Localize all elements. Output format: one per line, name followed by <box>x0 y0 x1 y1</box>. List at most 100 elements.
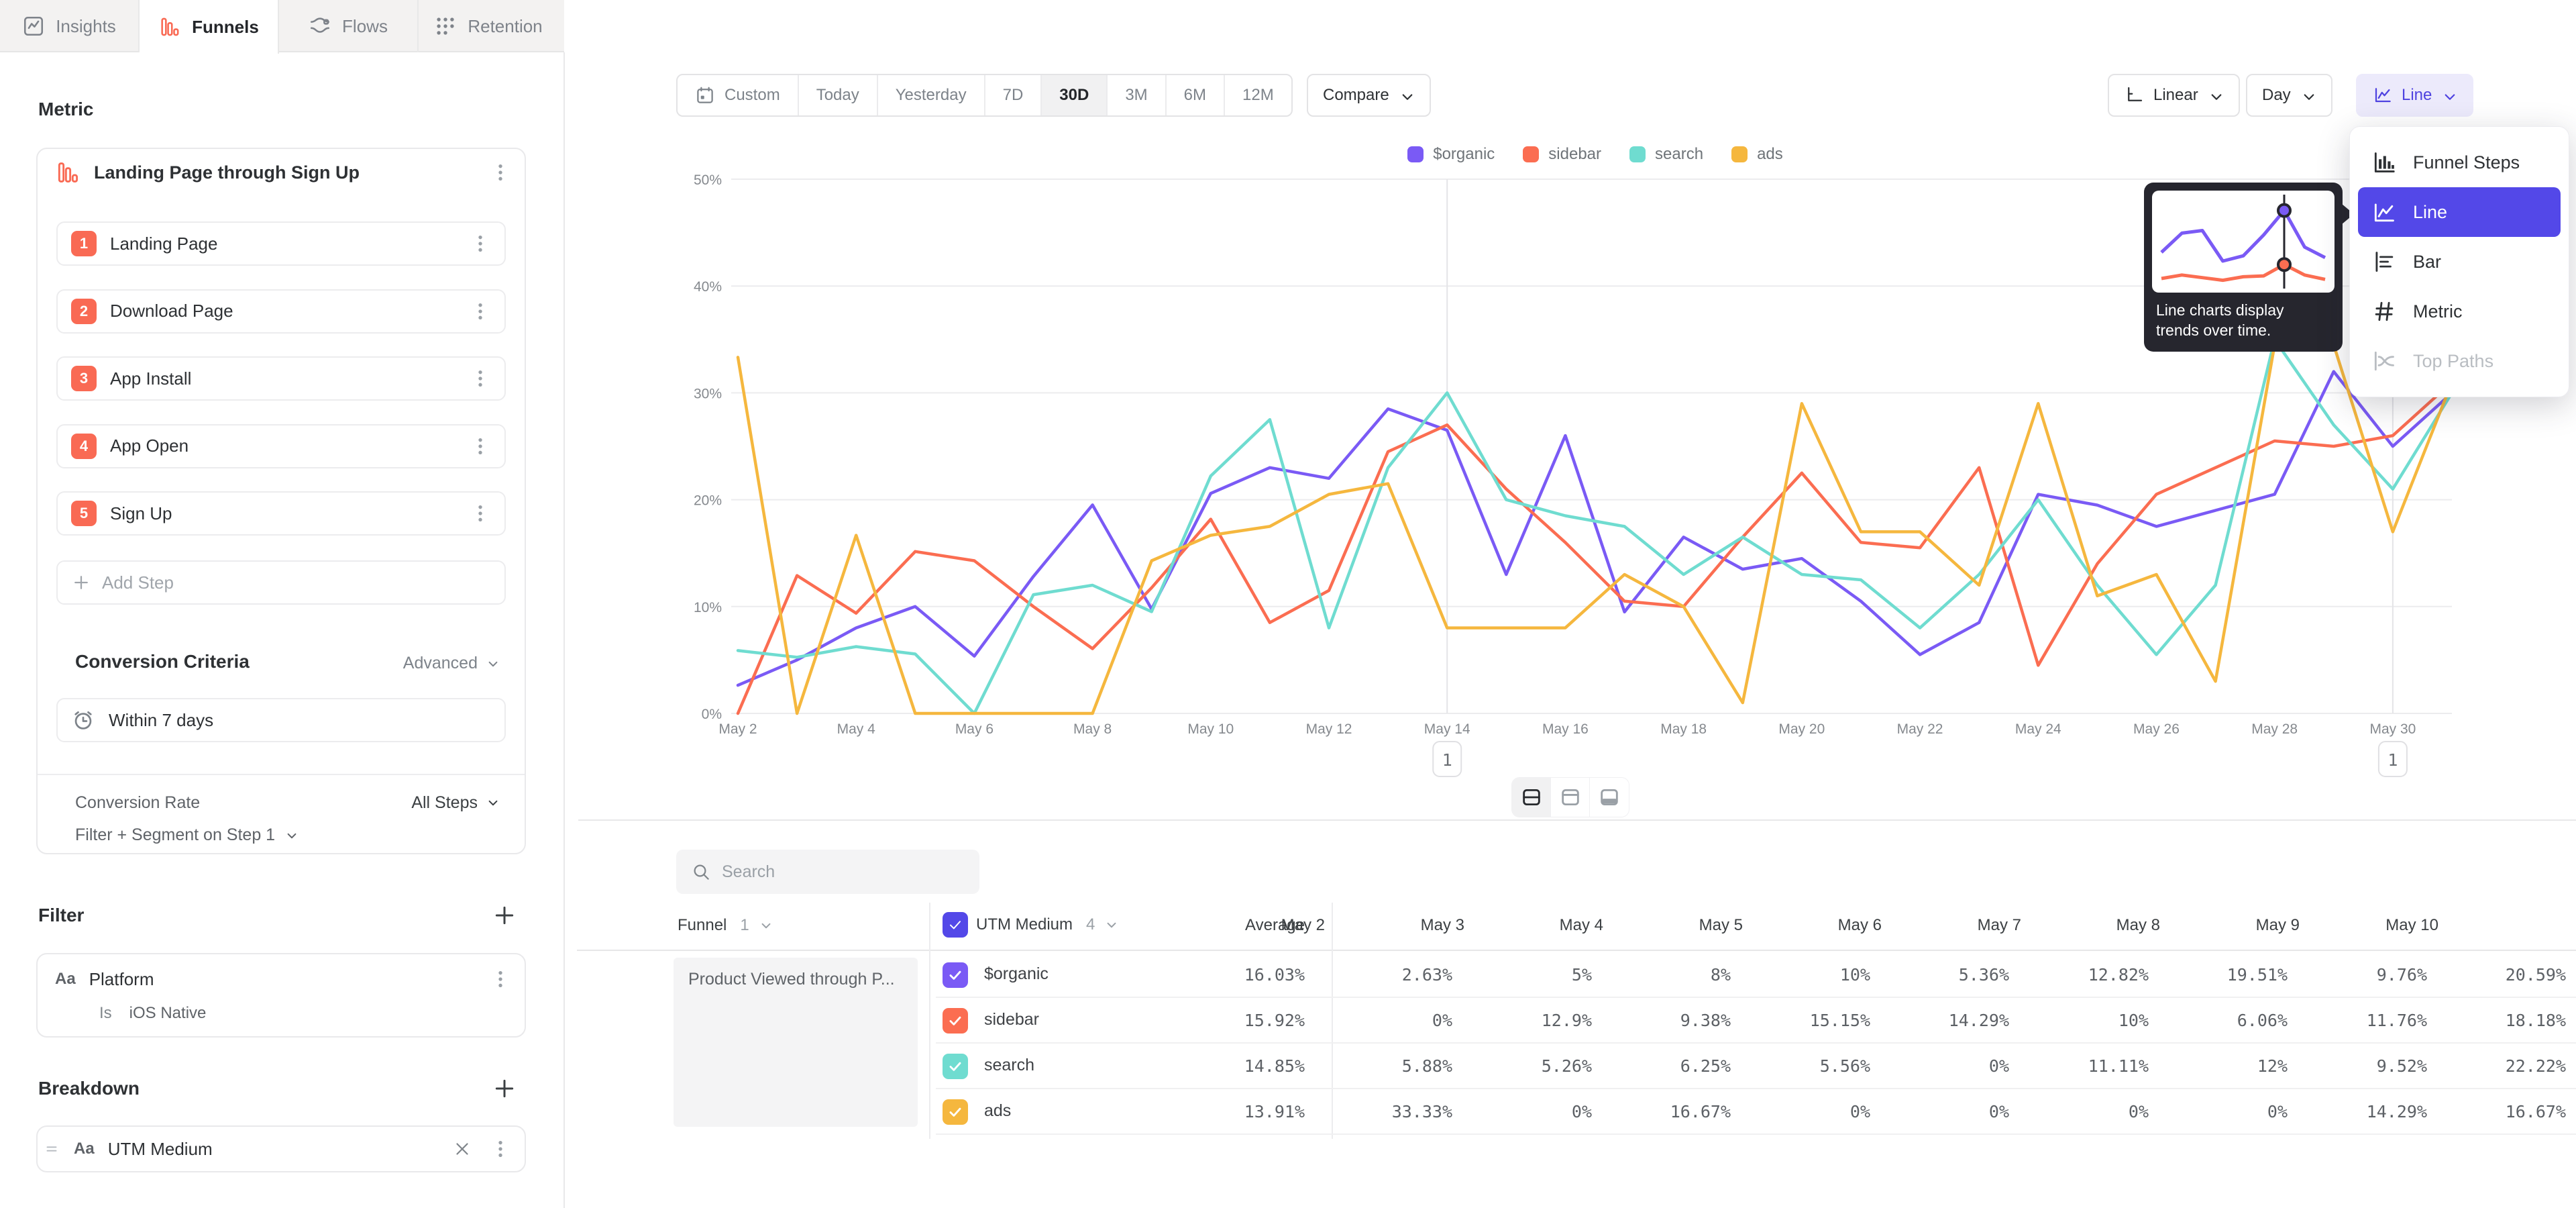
filter-property-row[interactable]: Aa Platform <box>55 960 511 999</box>
funnel-column-dropdown[interactable]: Funnel1 <box>678 916 775 935</box>
row-average: 13.91% <box>1036 1102 1305 1121</box>
series-line-ads[interactable] <box>738 345 2452 713</box>
range-7d[interactable]: 7D <box>985 75 1042 115</box>
kebab-menu-icon[interactable] <box>490 968 511 990</box>
kebab-menu-icon[interactable] <box>470 436 491 457</box>
range-yesterday[interactable]: Yesterday <box>878 75 985 115</box>
row-average: 14.85% <box>1036 1056 1305 1076</box>
menu-item-line[interactable]: Line <box>2358 187 2561 237</box>
kebab-menu-icon[interactable] <box>470 503 491 524</box>
svg-text:May 26: May 26 <box>2133 721 2180 737</box>
table-view-icon <box>1597 786 1621 809</box>
funnel-steps-icon <box>2371 150 2397 175</box>
menu-item-metric[interactable]: Metric <box>2358 287 2561 336</box>
range-30d[interactable]: 30D <box>1042 75 1108 115</box>
date-column-header[interactable]: May 2 <box>1197 916 1325 935</box>
toggle-table-view[interactable] <box>1590 778 1629 817</box>
toggle-chart-view[interactable] <box>1551 778 1590 817</box>
toggle-split-view[interactable] <box>1512 778 1551 817</box>
funnel-step-3[interactable]: 3 App Install <box>56 356 506 401</box>
close-icon[interactable] <box>452 1139 472 1159</box>
metric-heading: Metric <box>38 99 93 120</box>
funnel-step-1[interactable]: 1 Landing Page <box>56 221 506 266</box>
row-value: 10% <box>2021 1011 2149 1030</box>
range-custom[interactable]: Custom <box>678 75 799 115</box>
funnel-step-2[interactable]: 2 Download Page <box>56 289 506 334</box>
granularity-dropdown[interactable]: Day <box>2246 74 2332 117</box>
range-6m[interactable]: 6M <box>1167 75 1225 115</box>
kebab-menu-icon[interactable] <box>470 368 491 389</box>
chevron-down-icon <box>484 655 502 672</box>
row-checkbox[interactable] <box>943 1008 968 1034</box>
date-column-header[interactable]: May 10 <box>2311 916 2438 935</box>
range-label: 3M <box>1125 86 1147 105</box>
row-checkbox[interactable] <box>943 962 968 988</box>
svg-text:1: 1 <box>2387 750 2398 770</box>
date-column-header[interactable]: May 7 <box>1894 916 2021 935</box>
funnel-step-4[interactable]: 4 App Open <box>56 424 506 468</box>
tab-insights[interactable]: Insights <box>0 0 140 52</box>
filter-value[interactable]: iOS Native <box>129 1004 207 1023</box>
drag-handle-icon[interactable] <box>43 1140 60 1158</box>
filter-segment-dropdown[interactable]: Filter + Segment on Step 1 <box>75 825 301 845</box>
date-column-header[interactable]: May 5 <box>1615 916 1743 935</box>
add-breakdown-button[interactable] <box>491 1075 518 1102</box>
menu-item-funnel-steps[interactable]: Funnel Steps <box>2358 138 2561 187</box>
range-today[interactable]: Today <box>799 75 878 115</box>
conversion-rate-dropdown[interactable]: All Steps <box>411 793 502 813</box>
kebab-menu-icon[interactable] <box>470 301 491 322</box>
scale-dropdown[interactable]: Linear <box>2108 74 2240 117</box>
table-search <box>676 850 979 894</box>
series-line-sidebar[interactable] <box>738 383 2452 714</box>
clock-icon <box>71 708 95 732</box>
row-value: 0% <box>1464 1102 1592 1121</box>
date-column-header[interactable]: May 4 <box>1476 916 1603 935</box>
add-filter-button[interactable] <box>491 902 518 929</box>
breakdown-property-row[interactable]: Aa UTM Medium <box>43 1129 511 1168</box>
svg-text:30%: 30% <box>694 386 722 401</box>
table-row-sidebar[interactable]: sidebar 15.92%0%12.9%9.38%15.15%14.29%10… <box>936 998 2576 1044</box>
date-column-header[interactable]: May 9 <box>2172 916 2300 935</box>
compare-button[interactable]: Compare <box>1307 74 1431 117</box>
advanced-dropdown[interactable]: Advanced <box>403 654 502 673</box>
step-number-badge: 3 <box>71 366 97 391</box>
add-step-button[interactable]: Add Step <box>56 560 506 605</box>
funnel-name-cell[interactable]: Product Viewed through P... <box>674 958 918 1127</box>
kebab-menu-icon[interactable] <box>490 1138 511 1160</box>
range-12m[interactable]: 12M <box>1225 75 1291 115</box>
chart-type-dropdown[interactable]: Line <box>2356 74 2473 117</box>
tab-funnels[interactable]: Funnels <box>140 0 279 54</box>
table-row-ads[interactable]: ads 13.91%33.33%0%16.67%0%0%0%0%14.29%16… <box>936 1089 2576 1135</box>
sidebar-divider <box>564 52 565 1208</box>
select-all-checkbox[interactable] <box>943 912 968 938</box>
conversion-window-button[interactable]: Within 7 days <box>56 698 506 742</box>
series-line-organic[interactable] <box>738 372 2452 686</box>
filter-operator[interactable]: Is <box>99 1004 112 1023</box>
date-column-header[interactable]: May 3 <box>1337 916 1464 935</box>
table-header: Funnel1 UTM Medium4 Average May 2May 3Ma… <box>577 903 2576 951</box>
tab-retention[interactable]: Retention <box>419 0 558 52</box>
chevron-down-icon <box>757 917 775 934</box>
row-value: 9.38% <box>1603 1011 1731 1030</box>
kebab-menu-icon[interactable] <box>470 233 491 254</box>
menu-item-bar[interactable]: Bar <box>2358 237 2561 287</box>
step-label: App Install <box>110 368 191 389</box>
date-column-header[interactable]: May 8 <box>2033 916 2160 935</box>
tab-flows[interactable]: Flows <box>279 0 419 52</box>
row-value: 0% <box>1743 1102 1870 1121</box>
metric-header[interactable]: Landing Page through Sign Up <box>55 153 511 192</box>
row-value: 16.67% <box>1603 1102 1731 1121</box>
date-column-header[interactable]: May 6 <box>1754 916 1882 935</box>
breakdown-column-label: UTM Medium <box>976 915 1073 934</box>
range-3m[interactable]: 3M <box>1108 75 1166 115</box>
row-checkbox[interactable] <box>943 1054 968 1079</box>
search-input[interactable] <box>722 862 965 882</box>
kebab-menu-icon[interactable] <box>490 162 511 183</box>
breakdown-column-dropdown[interactable]: UTM Medium4 <box>943 912 1120 938</box>
row-checkbox[interactable] <box>943 1099 968 1125</box>
funnel-step-5[interactable]: 5 Sign Up <box>56 491 506 536</box>
row-average: 15.92% <box>1036 1011 1305 1030</box>
table-row-organic[interactable]: $organic 16.03%2.63%5%8%10%5.36%12.82%19… <box>936 952 2576 998</box>
table-row-search[interactable]: search 14.85%5.88%5.26%6.25%5.56%0%11.11… <box>936 1044 2576 1089</box>
chevron-down-icon <box>283 827 301 844</box>
